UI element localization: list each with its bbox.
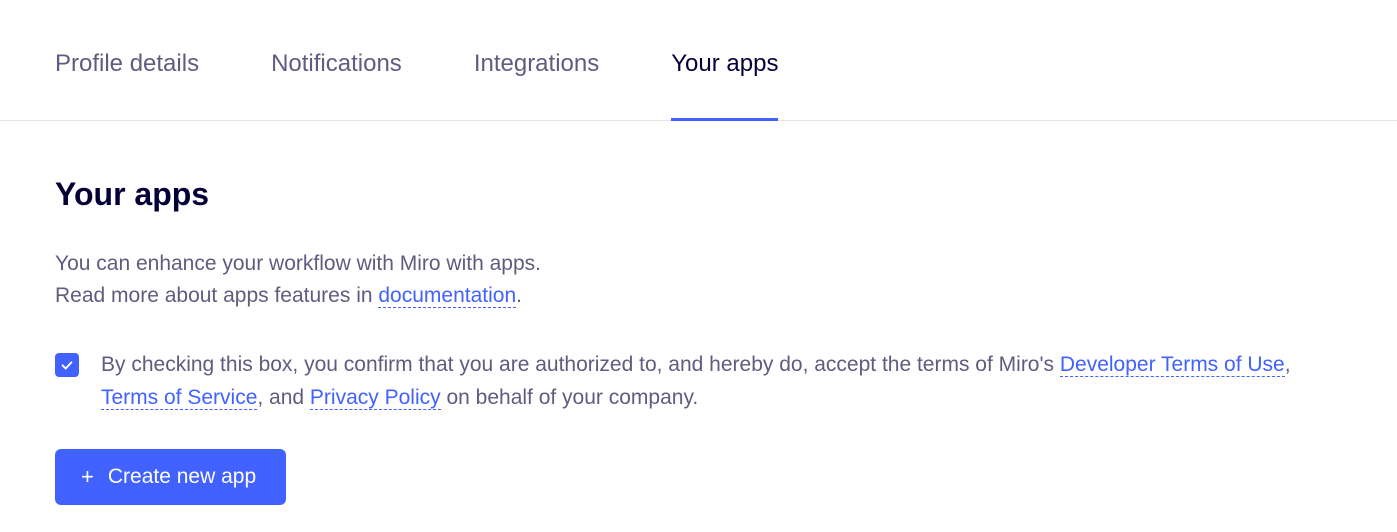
privacy-policy-link[interactable]: Privacy Policy — [310, 386, 441, 410]
terms-checkbox-row: By checking this box, you confirm that y… — [55, 349, 1342, 414]
developer-terms-link[interactable]: Developer Terms of Use — [1060, 353, 1285, 377]
tab-your-apps[interactable]: Your apps — [671, 50, 778, 120]
terms-text-prefix: By checking this box, you confirm that y… — [101, 353, 1060, 376]
terms-sep1: , — [1285, 353, 1291, 376]
documentation-link[interactable]: documentation — [378, 284, 516, 308]
description-text: You can enhance your workflow with Miro … — [55, 248, 1342, 311]
plus-icon: + — [81, 466, 94, 488]
check-icon — [60, 358, 74, 372]
terms-checkbox[interactable] — [55, 353, 79, 377]
terms-text-suffix: on behalf of your company. — [441, 386, 699, 409]
description-line2-suffix: . — [516, 284, 522, 307]
description-line2-prefix: Read more about apps features in — [55, 284, 378, 307]
tabs-bar: Profile details Notifications Integratio… — [0, 0, 1397, 121]
create-new-app-button[interactable]: + Create new app — [55, 449, 286, 505]
tab-profile-details[interactable]: Profile details — [55, 50, 199, 120]
create-button-label: Create new app — [108, 465, 256, 489]
content-area: Your apps You can enhance your workflow … — [0, 121, 1397, 505]
terms-of-service-link[interactable]: Terms of Service — [101, 386, 257, 410]
description-line1: You can enhance your workflow with Miro … — [55, 252, 541, 275]
tab-notifications[interactable]: Notifications — [271, 50, 402, 120]
terms-sep2: , and — [257, 386, 310, 409]
terms-label: By checking this box, you confirm that y… — [101, 349, 1342, 414]
tab-integrations[interactable]: Integrations — [474, 50, 599, 120]
page-title: Your apps — [55, 176, 1342, 213]
